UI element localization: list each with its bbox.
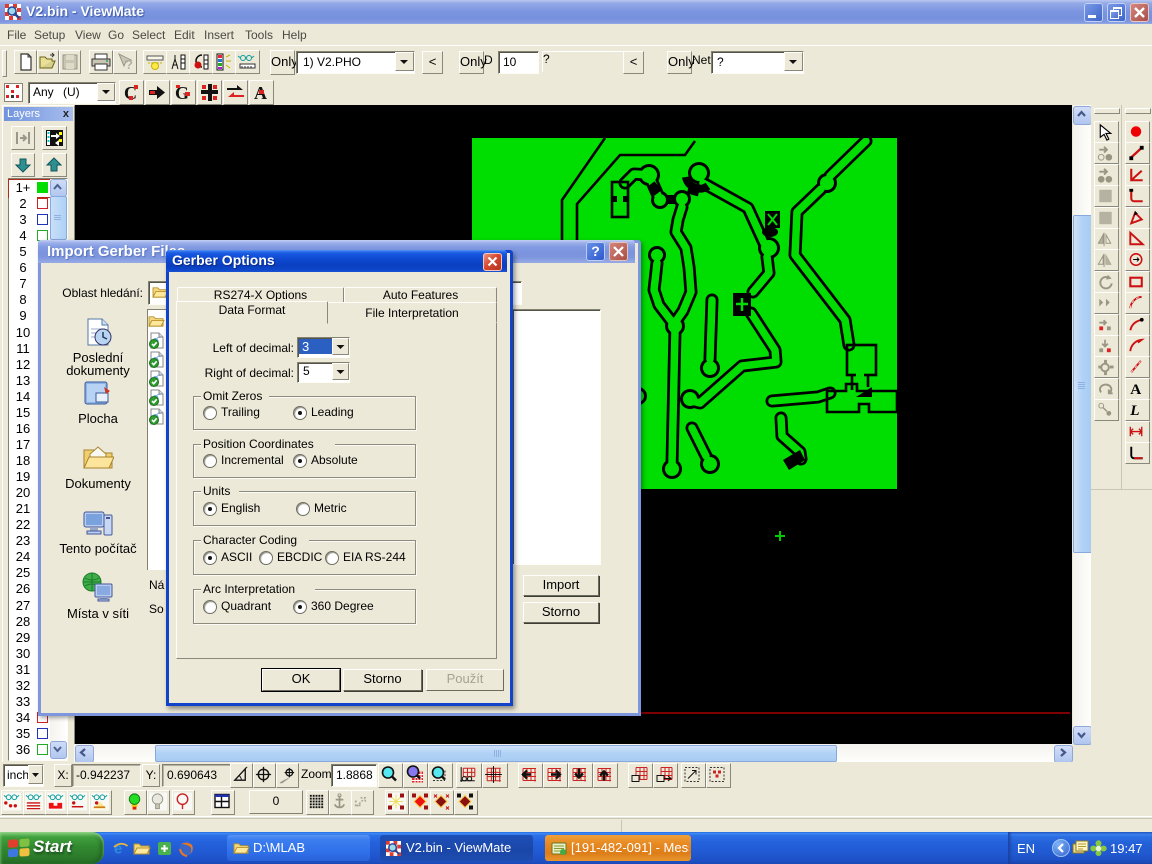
svg-text:?: ? [125, 57, 133, 72]
svg-text:L: L [1129, 402, 1139, 419]
svg-text:A: A [1130, 381, 1141, 398]
